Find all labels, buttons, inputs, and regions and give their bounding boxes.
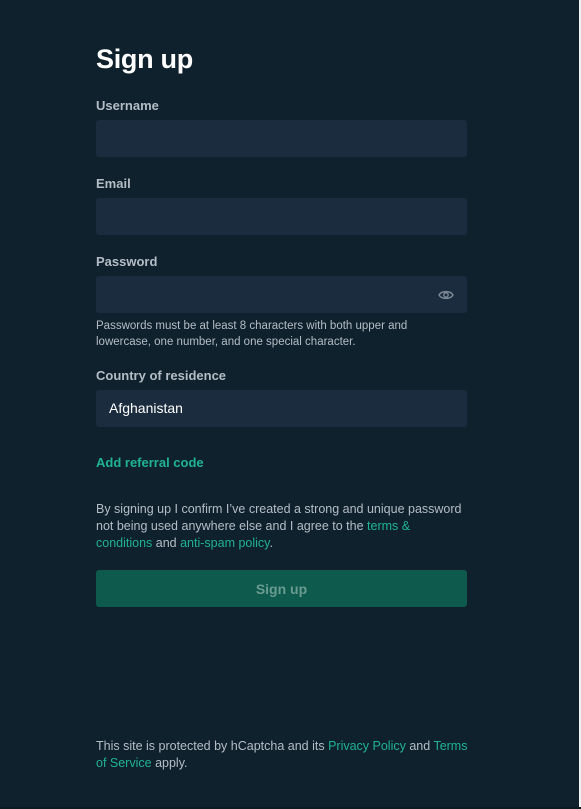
consent-text-middle: and [152,536,181,550]
username-input[interactable] [96,120,467,157]
add-referral-code-link[interactable]: Add referral code [96,455,204,470]
footer-text-middle: and [405,739,434,753]
password-label: Password [96,254,158,269]
username-label: Username [96,98,159,113]
country-select[interactable]: Afghanistan [96,390,467,427]
consent-text: By signing up I confirm I’ve created a s… [96,501,468,552]
antispam-link[interactable]: anti-spam policy [180,536,269,550]
email-input[interactable] [96,198,467,235]
captcha-notice: This site is protected by hCaptcha and i… [96,738,468,772]
email-label: Email [96,176,131,191]
sign-up-button[interactable]: Sign up [96,570,467,607]
privacy-policy-link[interactable]: Privacy Policy [328,739,406,753]
password-input[interactable] [96,276,467,313]
footer-text-after: apply. [151,756,188,770]
password-hint: Passwords must be at least 8 characters … [96,320,408,348]
footer-text-before: This site is protected by hCaptcha and i… [96,739,329,753]
eye-icon[interactable] [438,288,454,300]
page-title: Sign up [96,44,193,74]
consent-text-after: . [269,536,273,550]
country-label: Country of residence [96,368,227,383]
